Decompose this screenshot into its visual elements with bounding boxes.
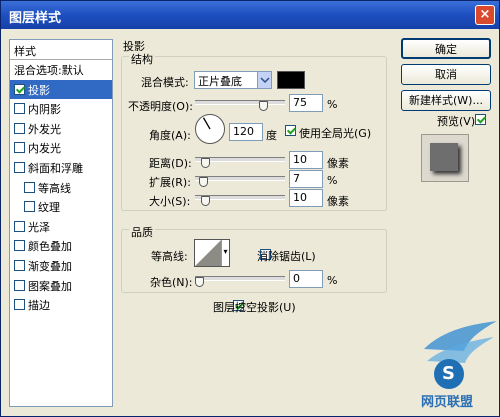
opacity-slider-track[interactable] xyxy=(195,100,285,105)
style-item-label: 投影 xyxy=(28,83,50,97)
contour-label: 等高线: xyxy=(151,250,188,263)
angle-unit: 度 xyxy=(266,129,277,142)
style-item-checkbox[interactable] xyxy=(14,259,25,271)
angle-dial[interactable] xyxy=(194,113,226,145)
style-item-label: 颜色叠加 xyxy=(28,240,72,254)
style-item[interactable]: 描边 xyxy=(10,295,112,315)
angle-label: 角度(A): xyxy=(149,129,191,142)
noise-slider-thumb[interactable] xyxy=(195,277,204,287)
style-item[interactable]: 斜面和浮雕 xyxy=(10,158,112,178)
distance-unit: 像素 xyxy=(327,157,349,170)
style-preview xyxy=(421,134,469,182)
style-item[interactable]: 内发光 xyxy=(10,138,112,158)
size-label: 大小(S): xyxy=(149,195,191,208)
noise-slider-track[interactable] xyxy=(195,276,285,281)
style-item-checkbox[interactable] xyxy=(24,201,35,213)
window-title: 图层样式 xyxy=(9,11,62,26)
style-item-checkbox[interactable] xyxy=(14,240,25,252)
style-item-checkbox[interactable] xyxy=(24,181,35,193)
style-item[interactable]: 纹理 xyxy=(10,197,112,217)
new-style-button[interactable]: 新建样式(W)... xyxy=(401,90,491,111)
spread-label: 扩展(R): xyxy=(149,176,191,189)
style-item-checkbox[interactable] xyxy=(14,220,25,232)
style-item-checkbox[interactable] xyxy=(14,299,25,311)
shadow-color-swatch[interactable] xyxy=(277,71,305,89)
style-item-checkbox[interactable] xyxy=(14,279,25,291)
contour-picker[interactable]: ▾ xyxy=(194,239,230,267)
preview-label[interactable]: 预览(V) xyxy=(437,113,475,129)
watermark-site-text: 网页联盟 xyxy=(421,395,474,410)
noise-label: 杂色(N): xyxy=(150,276,193,289)
opacity-unit: % xyxy=(327,98,338,111)
contour-linear-icon xyxy=(195,240,221,266)
style-item-checkbox[interactable] xyxy=(14,142,25,154)
structure-title: 结构 xyxy=(129,51,155,67)
spread-slider-track[interactable] xyxy=(195,176,285,181)
spread-slider-thumb[interactable] xyxy=(199,177,208,187)
style-item-checkbox[interactable] xyxy=(14,83,25,95)
noise-unit: % xyxy=(327,274,338,287)
cancel-button[interactable]: 取消 xyxy=(401,64,491,85)
ok-button[interactable]: 确定 xyxy=(401,38,491,59)
spread-unit: % xyxy=(327,174,338,187)
spread-input[interactable]: 7 xyxy=(289,170,323,188)
style-item[interactable]: 颜色叠加 xyxy=(10,236,112,256)
distance-label: 距离(D): xyxy=(149,157,192,170)
global-light-label[interactable]: 使用全局光(G) xyxy=(299,125,371,141)
layer-style-dialog: 图层样式 × 样式 混合选项:默认投影内阴影外发光内发光斜面和浮雕等高线纹理光泽… xyxy=(0,0,500,417)
style-item[interactable]: 渐变叠加 xyxy=(10,256,112,276)
chevron-down-icon[interactable] xyxy=(257,72,271,88)
style-item[interactable]: 光泽 xyxy=(10,217,112,237)
style-item-label: 混合选项:默认 xyxy=(14,64,84,77)
distance-input[interactable]: 10 xyxy=(289,151,323,169)
blend-mode-value: 正片叠底 xyxy=(198,75,242,88)
watermark-logo: S 网页联盟 xyxy=(419,319,499,414)
title-bar[interactable]: 图层样式 × xyxy=(1,1,499,29)
noise-input[interactable]: 0 xyxy=(289,270,323,288)
style-item-label: 渐变叠加 xyxy=(28,259,72,273)
style-item-label: 描边 xyxy=(28,299,50,313)
style-item[interactable]: 外发光 xyxy=(10,119,112,139)
style-item-label: 图案叠加 xyxy=(28,279,72,293)
blend-mode-label: 混合模式: xyxy=(141,76,189,89)
size-slider-thumb[interactable] xyxy=(201,196,210,206)
style-item[interactable]: 混合选项:默认 xyxy=(10,60,112,80)
anti-alias-label[interactable]: 消除锯齿(L) xyxy=(257,248,316,264)
global-light-checkbox[interactable] xyxy=(285,125,296,136)
size-unit: 像素 xyxy=(327,195,349,208)
blend-mode-select[interactable]: 正片叠底 xyxy=(194,71,272,89)
size-input[interactable]: 10 xyxy=(289,189,323,207)
styles-list: 样式 混合选项:默认投影内阴影外发光内发光斜面和浮雕等高线纹理光泽颜色叠加渐变叠… xyxy=(9,39,113,407)
preview-checkbox[interactable] xyxy=(474,114,486,125)
style-item-label: 等高线 xyxy=(38,181,71,195)
quality-title: 品质 xyxy=(129,224,155,240)
close-button[interactable]: × xyxy=(475,5,495,25)
style-item-label: 外发光 xyxy=(28,122,61,136)
style-item-checkbox[interactable] xyxy=(14,161,25,173)
opacity-label: 不透明度(O): xyxy=(128,100,193,113)
style-item[interactable]: 图案叠加 xyxy=(10,276,112,296)
style-item-label: 斜面和浮雕 xyxy=(28,161,83,175)
style-item-label: 光泽 xyxy=(28,220,50,234)
angle-input[interactable]: 120 xyxy=(229,123,263,141)
style-item[interactable]: 内阴影 xyxy=(10,99,112,119)
watermark-logo-text: S xyxy=(442,363,455,384)
style-item-checkbox[interactable] xyxy=(14,103,25,115)
style-item-label: 内发光 xyxy=(28,142,61,156)
knockout-label[interactable]: 图层挖空投影(U) xyxy=(213,299,296,315)
style-item[interactable]: 等高线 xyxy=(10,178,112,198)
style-item-label: 纹理 xyxy=(38,201,60,215)
opacity-input[interactable]: 75 xyxy=(289,94,323,112)
style-item-label: 内阴影 xyxy=(28,103,61,117)
style-item-checkbox[interactable] xyxy=(14,122,25,134)
opacity-slider-thumb[interactable] xyxy=(258,101,268,111)
style-preview-swatch xyxy=(430,143,458,171)
contour-dropdown-icon[interactable]: ▾ xyxy=(221,240,229,266)
style-item[interactable]: 投影 xyxy=(10,79,112,100)
distance-slider-thumb[interactable] xyxy=(201,158,210,168)
styles-list-header: 样式 xyxy=(10,40,112,60)
